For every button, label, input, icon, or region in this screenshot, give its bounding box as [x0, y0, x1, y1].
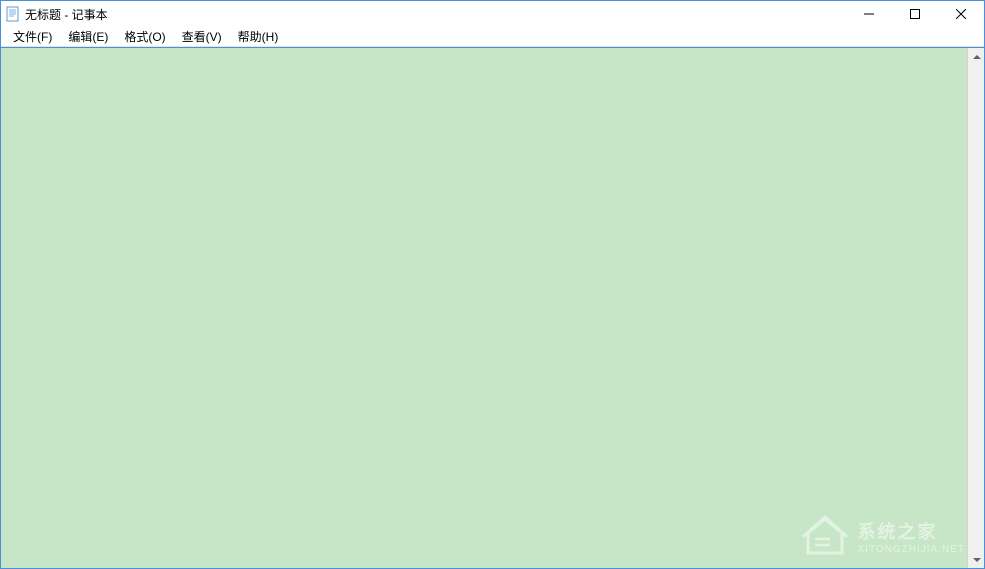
menu-view[interactable]: 查看(V) — [174, 26, 230, 47]
menu-help[interactable]: 帮助(H) — [230, 26, 287, 47]
menu-edit[interactable]: 编辑(E) — [60, 26, 116, 47]
scrollbar-down-arrow[interactable] — [968, 551, 985, 568]
text-editor[interactable] — [1, 48, 967, 568]
maximize-button[interactable] — [892, 1, 938, 27]
notepad-icon — [5, 6, 21, 22]
vertical-scrollbar[interactable] — [967, 48, 984, 568]
menu-file[interactable]: 文件(F) — [5, 26, 60, 47]
notepad-window: 无标题 - 记事本 文件(F) 编辑(E) 格式(O) — [0, 0, 985, 569]
menubar: 文件(F) 编辑(E) 格式(O) 查看(V) 帮助(H) — [1, 27, 984, 47]
scrollbar-up-arrow[interactable] — [968, 48, 985, 65]
minimize-button[interactable] — [846, 1, 892, 27]
titlebar[interactable]: 无标题 - 记事本 — [1, 1, 984, 27]
editor-container — [1, 47, 984, 568]
window-title: 无标题 - 记事本 — [25, 6, 846, 23]
close-button[interactable] — [938, 1, 984, 27]
menu-format[interactable]: 格式(O) — [116, 26, 173, 47]
window-controls — [846, 1, 984, 27]
